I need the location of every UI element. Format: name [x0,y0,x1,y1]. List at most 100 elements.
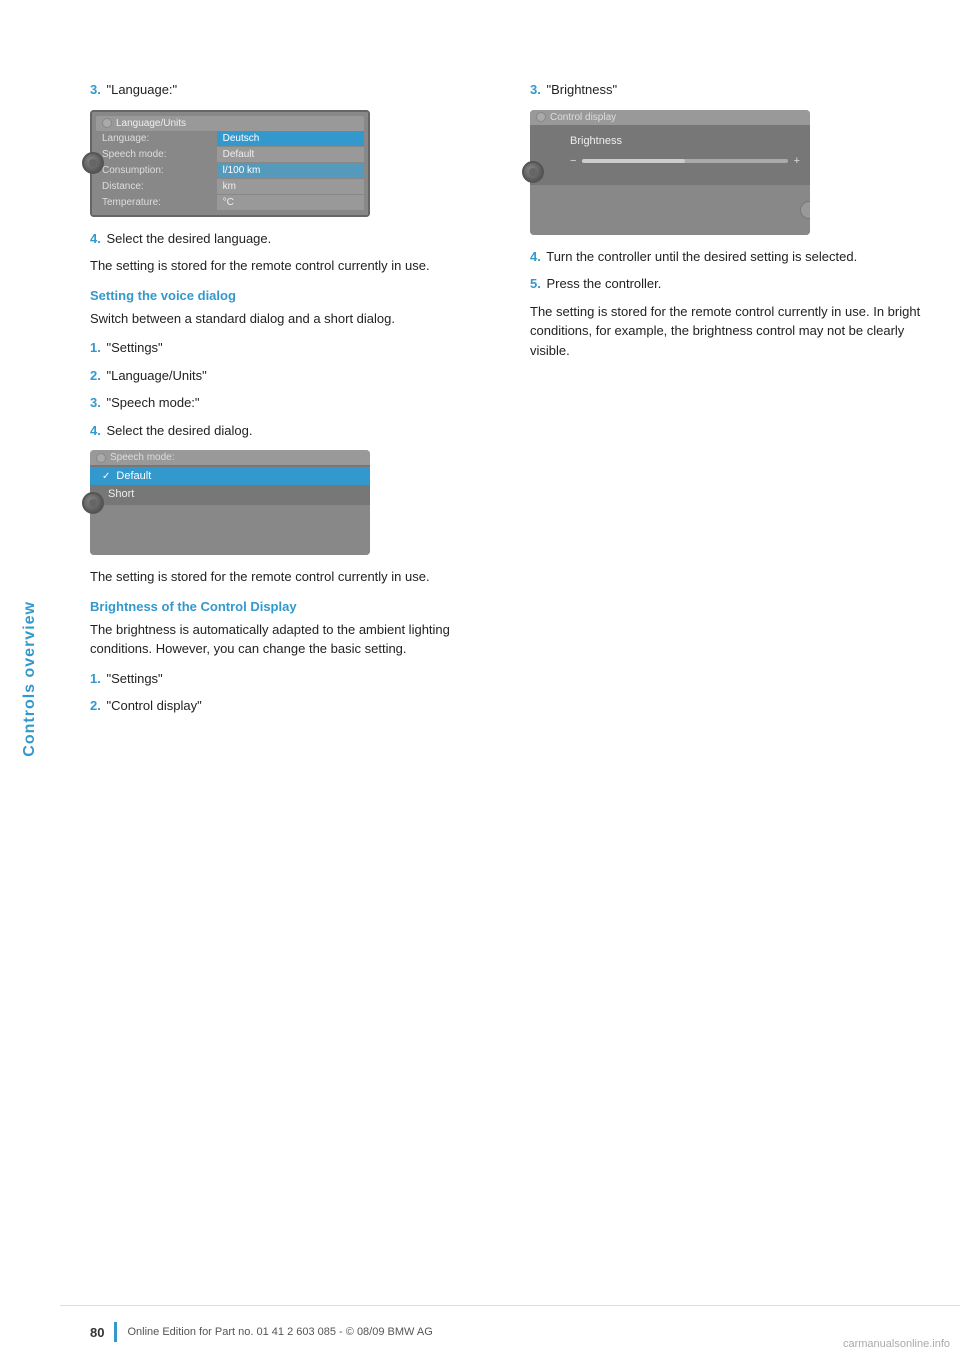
voice-step-2-text: "Language/Units" [106,368,206,383]
language-title: Language/Units [116,118,186,129]
voice-step-3-num: 3. [90,395,101,410]
language-screen-inner: Language/Units Language: Deutsch Speech … [90,110,370,217]
sidebar: Controls overview [0,0,60,1358]
step-5-b-text: Press the controller. [546,276,661,291]
row-label: Speech mode: [96,146,217,162]
check-icon: ✓ [102,471,110,482]
step-4-text: Select the desired language. [106,231,271,246]
voice-step-4-num: 4. [90,423,101,438]
language-screen: Language/Units Language: Deutsch Speech … [90,110,370,217]
speech-default-label: Default [116,470,151,482]
voice-step-1-text: "Settings" [106,340,162,355]
step-4-language: 4. Select the desired language. [90,229,490,249]
footer-text: Online Edition for Part no. 01 41 2 603 … [127,1326,432,1338]
row-label: Distance: [96,178,217,194]
step-4-b-num: 4. [530,249,541,264]
brightness-screen: Control display Brightness − + [530,110,810,235]
step-4-number: 4. [90,231,101,246]
step-4-brightness: 4. Turn the controller until the desired… [530,247,930,267]
row-value: l/100 km [217,162,364,178]
step-4-b-text: Turn the controller until the desired se… [546,249,857,264]
voice-step-4: 4. Select the desired dialog. [90,421,490,441]
brightness-intro: The brightness is automatically adapted … [90,620,490,659]
speech-list: ✓ Default Short [90,465,370,505]
row-label: Language: [96,131,217,147]
step-3-text: "Language:" [106,82,177,97]
plus-label: + [794,155,800,167]
speech-item-default: ✓ Default [90,467,370,485]
step-5-brightness: 5. Press the controller. [530,274,930,294]
step-3-b-num: 3. [530,82,541,97]
body-text-1: The setting is stored for the remote con… [90,256,490,276]
row-value: Default [217,146,364,162]
brightness-body: Brightness − + [530,125,810,185]
language-titlebar: Language/Units [96,116,364,131]
titlebar-icon-2 [96,453,106,463]
step-3-number: 3. [90,82,101,97]
voice-step-3: 3. "Speech mode:" [90,393,490,413]
brightness-title: Control display [550,112,616,123]
table-row: Speech mode: Default [96,146,364,162]
brightness-track [582,159,787,163]
brightness-fill [582,159,685,163]
speech-item-short: Short [90,485,370,503]
brightness-label: Brightness [570,135,800,147]
left-column: 3. "Language:" Language/Units Languag [90,80,490,724]
voice-dialog-steps: 1. "Settings" 2. "Language/Units" 3. "Sp… [90,338,490,440]
display-right-btn [800,201,810,219]
brightness-step-1-num: 1. [90,671,101,686]
brightness-step-1: 1. "Settings" [90,669,490,689]
table-row: Distance: km [96,178,364,194]
step-5-b-num: 5. [530,276,541,291]
language-screen-knob [82,152,104,174]
watermark: carmanualsonline.info [843,1338,950,1350]
speech-screen-wrapper: Speech mode: ✓ Default Short [90,450,370,555]
row-value: km [217,178,364,194]
footer: 80 Online Edition for Part no. 01 41 2 6… [60,1305,960,1358]
language-screen-wrapper: Language/Units Language: Deutsch Speech … [90,110,370,217]
titlebar-icon [102,118,112,128]
voice-step-2: 2. "Language/Units" [90,366,490,386]
titlebar-icon-3 [536,112,546,122]
table-row: Language: Deutsch [96,131,364,147]
voice-dialog-heading: Setting the voice dialog [90,288,490,303]
brightness-slider-row: − + [570,155,800,167]
knob-inner-3 [529,168,537,176]
voice-step-1: 1. "Settings" [90,338,490,358]
voice-step-2-num: 2. [90,368,101,383]
voice-step-1-num: 1. [90,340,101,355]
table-row: Temperature: °C [96,194,364,210]
right-column: 3. "Brightness" Control display Brightne… [530,80,930,724]
page-number: 80 [90,1325,104,1340]
speech-screen: Speech mode: ✓ Default Short [90,450,370,555]
brightness-heading: Brightness of the Control Display [90,599,490,614]
step-3-b-text: "Brightness" [546,82,617,97]
brightness-step-2-num: 2. [90,698,101,713]
brightness-step-2-text: "Control display" [106,698,201,713]
brightness-body-text: The setting is stored for the remote con… [530,302,930,361]
voice-dialog-intro: Switch between a standard dialog and a s… [90,309,490,329]
row-label: Temperature: [96,194,217,210]
speech-screen-knob [82,492,104,514]
speech-short-label: Short [108,488,134,500]
footer-divider [114,1322,117,1342]
row-value: °C [217,194,364,210]
table-row: Consumption: l/100 km [96,162,364,178]
brightness-step-2: 2. "Control display" [90,696,490,716]
control-display-screen-wrapper: Control display Brightness − + [530,110,810,235]
display-bottom [530,185,810,235]
sidebar-label: Controls overview [21,601,39,757]
voice-step-4-text: Select the desired dialog. [106,423,252,438]
step-3-brightness: 3. "Brightness" [530,80,930,100]
knob-inner-2 [89,499,97,507]
speech-title: Speech mode: [110,452,175,463]
control-display-knob [522,161,544,183]
minus-label: − [570,155,576,167]
brightness-steps: 1. "Settings" 2. "Control display" [90,669,490,716]
voice-step-3-text: "Speech mode:" [106,395,199,410]
step-3-language: 3. "Language:" [90,80,490,100]
knob-inner [89,159,97,167]
row-value: Deutsch [217,131,364,147]
brightness-titlebar: Control display [530,110,810,125]
speech-bottom-area [90,505,370,555]
